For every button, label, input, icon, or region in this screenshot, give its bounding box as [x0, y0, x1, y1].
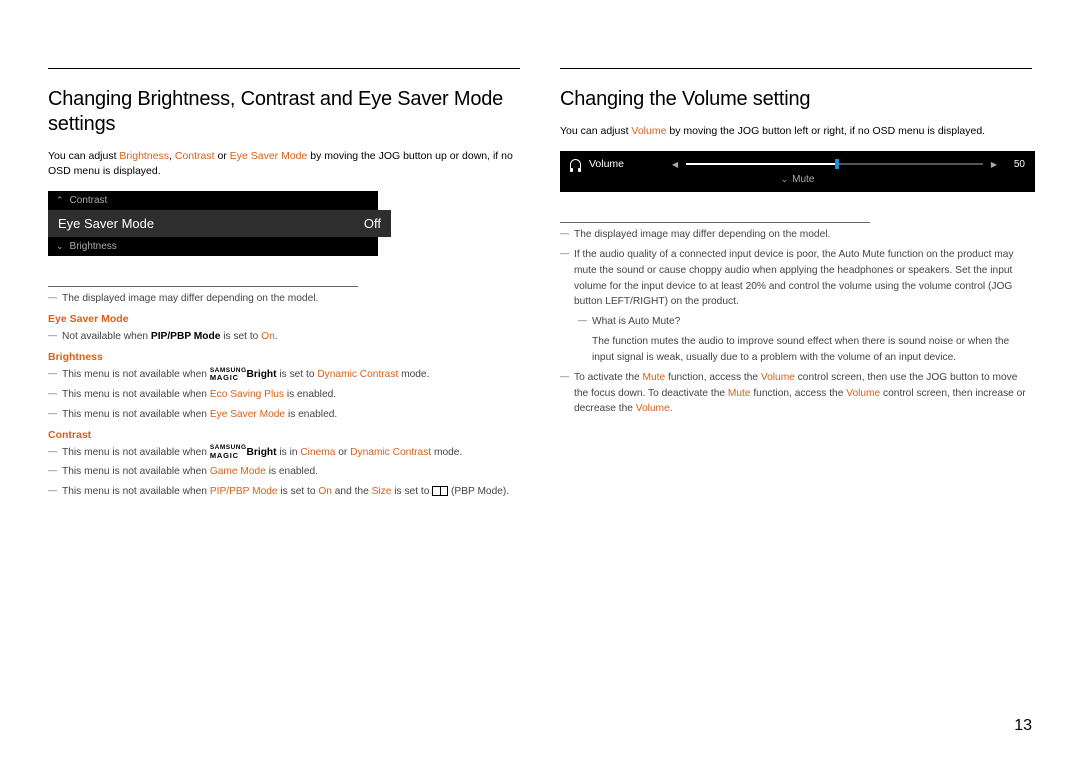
note-item: This menu is not available when Game Mod…	[48, 464, 520, 480]
heading-left: Changing Brightness, Contrast and Eye Sa…	[48, 87, 520, 137]
subheading: Eye Saver Mode	[48, 313, 520, 325]
heading-right: Changing the Volume setting	[560, 87, 1032, 112]
osd-down-label: Brightness	[70, 241, 117, 252]
disclaimer: The displayed image may differ depending…	[560, 227, 1032, 243]
divider	[560, 222, 870, 223]
headphone-icon	[570, 159, 581, 170]
subheading: Brightness	[48, 351, 520, 363]
subheading: Contrast	[48, 429, 520, 441]
note-item: This menu is not available when Eye Save…	[48, 407, 520, 423]
pbp-icon	[432, 486, 448, 496]
note-item: This menu is not available when SAMSUNGM…	[48, 367, 520, 383]
osd-mid-label: Eye Saver Mode	[58, 216, 154, 231]
disclaimer: The displayed image may differ depending…	[48, 291, 520, 307]
right-column: Changing the Volume setting You can adju…	[560, 68, 1032, 504]
note-item: Not available when PIP/PBP Mode is set t…	[48, 329, 520, 345]
osd-volume-label: Volume	[589, 158, 624, 170]
note-item: To activate the Mute function, access th…	[560, 370, 1032, 417]
intro-left: You can adjust Brightness, Contrast or E…	[48, 149, 520, 179]
triangle-left-icon: ◀	[672, 160, 678, 169]
volume-value: 50	[1005, 159, 1025, 170]
mute-label: Mute	[792, 174, 814, 185]
note-item: This menu is not available when PIP/PBP …	[48, 484, 520, 500]
osd-mid-value: Off	[364, 216, 381, 231]
note-item: What is Auto Mute?	[578, 314, 1032, 330]
volume-slider: ◀ ▶	[672, 160, 997, 169]
divider	[48, 286, 358, 287]
note-item: If the audio quality of a connected inpu…	[560, 247, 1032, 310]
osd-eye-saver: ⌃ Contrast Eye Saver Mode Off ⌄ Brightness	[48, 191, 378, 256]
chevron-up-icon: ⌃	[56, 195, 64, 206]
note-item: This menu is not available when Eco Savi…	[48, 387, 520, 403]
osd-up-label: Contrast	[70, 195, 108, 206]
intro-right: You can adjust Volume by moving the JOG …	[560, 124, 1032, 139]
page-number: 13	[1014, 717, 1032, 735]
divider	[48, 68, 520, 69]
note-item: The function mutes the audio to improve …	[560, 334, 1032, 366]
chevron-down-icon: ⌄	[781, 174, 789, 185]
osd-volume: Volume ◀ ▶ 50 ⌄ Mute	[560, 151, 1035, 192]
left-column: Changing Brightness, Contrast and Eye Sa…	[48, 68, 520, 504]
divider	[560, 68, 1032, 69]
chevron-down-icon: ⌄	[56, 241, 64, 252]
note-item: This menu is not available when SAMSUNGM…	[48, 445, 520, 461]
triangle-right-icon: ▶	[991, 160, 997, 169]
